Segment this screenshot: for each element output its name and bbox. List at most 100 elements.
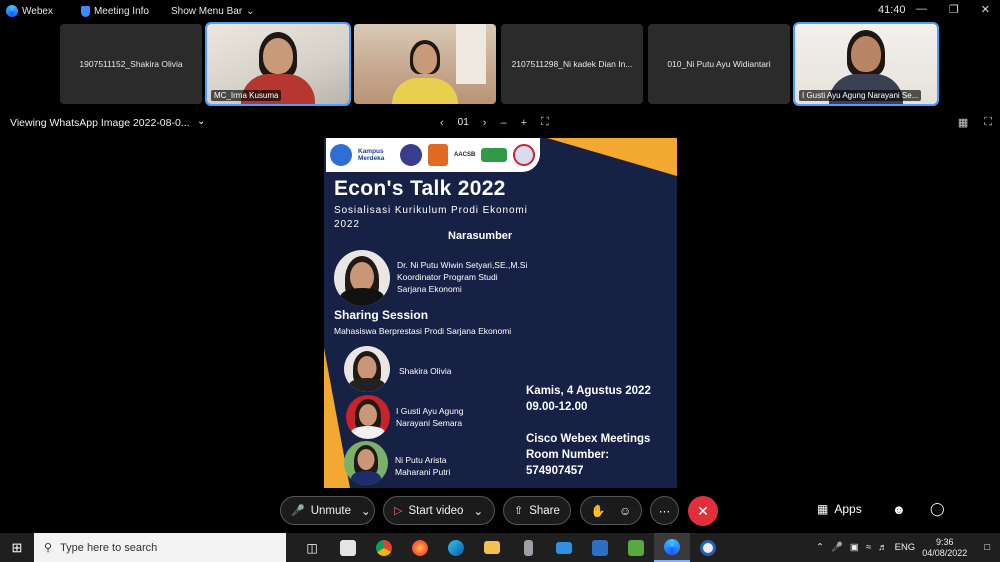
room-number: 574907457 — [526, 465, 584, 477]
taskbar-search[interactable]: ⚲ Type here to search — [34, 533, 286, 562]
participant-name: I Gusti Ayu Agung Narayani Se... — [799, 90, 922, 101]
taskbar-app-chrome[interactable] — [366, 533, 402, 562]
close-icon[interactable]: ✕ — [981, 3, 990, 16]
close-icon: ✕ — [697, 502, 709, 519]
taskbar-app-store[interactable] — [330, 533, 366, 562]
raise-hand-icon[interactable]: ✋ — [591, 504, 606, 518]
restore-icon[interactable]: ❐ — [949, 3, 959, 16]
taskbar-app-firefox[interactable] — [402, 533, 438, 562]
apps-button[interactable]: ▦ Apps — [817, 502, 862, 516]
wifi-icon[interactable]: ≈ — [866, 542, 871, 553]
taskbar-app-usb[interactable] — [510, 533, 546, 562]
title-bar: Webex Meeting Info Show Menu Bar ⌄ 41:40… — [0, 0, 1000, 22]
chat-button[interactable]: ◯ — [930, 501, 945, 517]
meeting-controls: 🎤 Unmute ⌄ ▷ Start video ⌄ ⇧ Share ✋ ☺ ⋯… — [0, 496, 1000, 526]
chevron-down-icon: ⌄ — [246, 5, 255, 17]
sharing-session-subheading: Mahasiswa Berprestasi Prodi Sarjana Ekon… — [334, 326, 512, 336]
event-date: Kamis, 4 Agustus 2022 09.00-12.00 — [526, 383, 651, 415]
participant-strip: 1907511152_Shakira Olivia MC_Irma Kusuma… — [60, 22, 939, 106]
task-view-icon: ◫ — [306, 540, 318, 555]
chevron-up-icon[interactable]: ⌃ — [816, 542, 824, 553]
chevron-down-icon[interactable]: ⌄ — [361, 504, 371, 518]
speaker-photo — [334, 250, 390, 306]
mail-icon — [556, 541, 572, 554]
room-line: Cisco Webex Meetings — [526, 433, 651, 445]
student-name-line: Maharani Putri — [395, 467, 451, 477]
chevron-down-icon[interactable]: ⌄ — [473, 504, 483, 518]
grid-layout-icon[interactable]: ▦ — [958, 116, 968, 129]
webex-window: Webex Meeting Info Show Menu Bar ⌄ 41:40… — [0, 0, 1000, 562]
event-time-line: 09.00-12.00 — [526, 401, 588, 413]
fullscreen-icon[interactable]: ⛶ — [984, 116, 992, 129]
participant-tile[interactable]: I Gusti Ayu Agung Narayani Se... — [793, 22, 939, 106]
participant-tile[interactable]: 1907511152_Shakira Olivia — [60, 24, 202, 104]
taskbar-app-media[interactable] — [690, 533, 726, 562]
event-room: Cisco Webex Meetings Room Number: 574907… — [526, 431, 650, 479]
emoji-icon[interactable]: ☺ — [619, 504, 631, 518]
share-button[interactable]: ⇧ Share — [503, 496, 571, 525]
reactions-group: ✋ ☺ — [580, 496, 642, 525]
participant-tile[interactable]: 010_Ni Putu Ayu Widiantari — [648, 24, 790, 104]
system-tray: ⌃ 🎤 ▣ ≈ ♬ ENG 9:36 04/08/2022 □ — [816, 533, 1000, 562]
taskbar-app-mail[interactable] — [546, 533, 582, 562]
participant-tile[interactable]: MC_Irma Kusuma — [205, 22, 351, 106]
speaker-details: Dr. Ni Putu Wiwin Setyari,SE.,M.Si Koord… — [397, 259, 527, 295]
participant-name: MC_Irma Kusuma — [211, 90, 282, 101]
previous-page-icon[interactable]: ‹ — [440, 117, 444, 129]
taskbar-app-network[interactable] — [582, 533, 618, 562]
show-menu-bar-label: Show Menu Bar — [171, 5, 243, 17]
zoom-in-icon[interactable]: + — [521, 117, 527, 129]
zoom-out-icon[interactable]: – — [500, 117, 506, 129]
language-indicator[interactable]: ENG — [895, 542, 916, 553]
meeting-timer: 41:40 — [878, 4, 906, 16]
room-line: Room Number: — [526, 449, 610, 461]
page-controls: ‹ 01 › – + ⛶ — [440, 116, 549, 129]
decorative-corner — [547, 138, 677, 176]
tut-wuri-logo-icon — [330, 144, 352, 166]
kampus-merdeka-logo: Kampus Merdeka — [358, 148, 385, 162]
task-view-button[interactable]: ◫ — [294, 533, 330, 562]
next-page-icon[interactable]: › — [483, 117, 487, 129]
student-name-line: Narayani Semara — [396, 418, 463, 428]
meet-now-icon[interactable]: ▣ — [850, 542, 859, 553]
shared-content-title[interactable]: Viewing WhatsApp Image 2022-08-0... — [10, 117, 190, 129]
student-name: I Gusti Ayu Agung Narayani Semara — [396, 405, 463, 429]
system-clock[interactable]: 9:36 04/08/2022 — [922, 537, 967, 559]
minimize-icon[interactable]: — — [916, 3, 927, 16]
econ-logo-icon — [513, 144, 536, 166]
unmute-button[interactable]: 🎤 Unmute ⌄ — [280, 496, 375, 525]
clock-date: 04/08/2022 — [922, 547, 968, 558]
folder-icon — [484, 541, 500, 554]
end-call-button[interactable]: ✕ — [688, 496, 718, 526]
start-video-button[interactable]: ▷ Start video ⌄ — [383, 496, 495, 525]
more-options-button[interactable]: ⋯ — [650, 496, 679, 525]
apps-icon: ▦ — [817, 502, 829, 516]
app-name: Webex — [22, 5, 53, 17]
meeting-info-button[interactable]: Meeting Info — [80, 5, 149, 17]
show-menu-bar-button[interactable]: Show Menu Bar ⌄ — [171, 6, 255, 17]
search-icon: ⚲ — [44, 542, 53, 554]
student-photo — [346, 395, 390, 439]
student-name: Ni Putu Arista Maharani Putri — [395, 454, 450, 478]
participant-tile[interactable]: 2107511298_Ni kadek Dian In... — [501, 24, 643, 104]
taskbar-app-webex[interactable] — [654, 533, 690, 562]
webex-logo-icon — [6, 5, 18, 17]
start-button[interactable]: ⊞ — [0, 540, 34, 556]
participant-video — [354, 24, 496, 104]
participants-button[interactable]: ☻ — [892, 502, 906, 517]
microphone-icon[interactable]: 🎤 — [831, 542, 843, 553]
student-photo — [344, 441, 388, 485]
volume-icon[interactable]: ♬ — [878, 542, 888, 553]
clock-time: 9:36 — [935, 536, 954, 547]
unmute-label: Unmute — [310, 504, 351, 517]
share-toolbar: Viewing WhatsApp Image 2022-08-0... ⌄ ‹ … — [0, 113, 1000, 135]
fit-to-window-icon[interactable]: ⛶ — [541, 116, 549, 129]
participant-tile[interactable] — [354, 24, 496, 104]
taskbar-app-explorer[interactable] — [474, 533, 510, 562]
chevron-down-icon[interactable]: ⌄ — [197, 116, 205, 127]
notifications-icon[interactable]: □ — [984, 542, 990, 553]
student-name-line: I Gusti Ayu Agung — [396, 406, 464, 416]
taskbar-app-green[interactable] — [618, 533, 654, 562]
share-label: Share — [529, 504, 560, 517]
taskbar-app-edge[interactable] — [438, 533, 474, 562]
